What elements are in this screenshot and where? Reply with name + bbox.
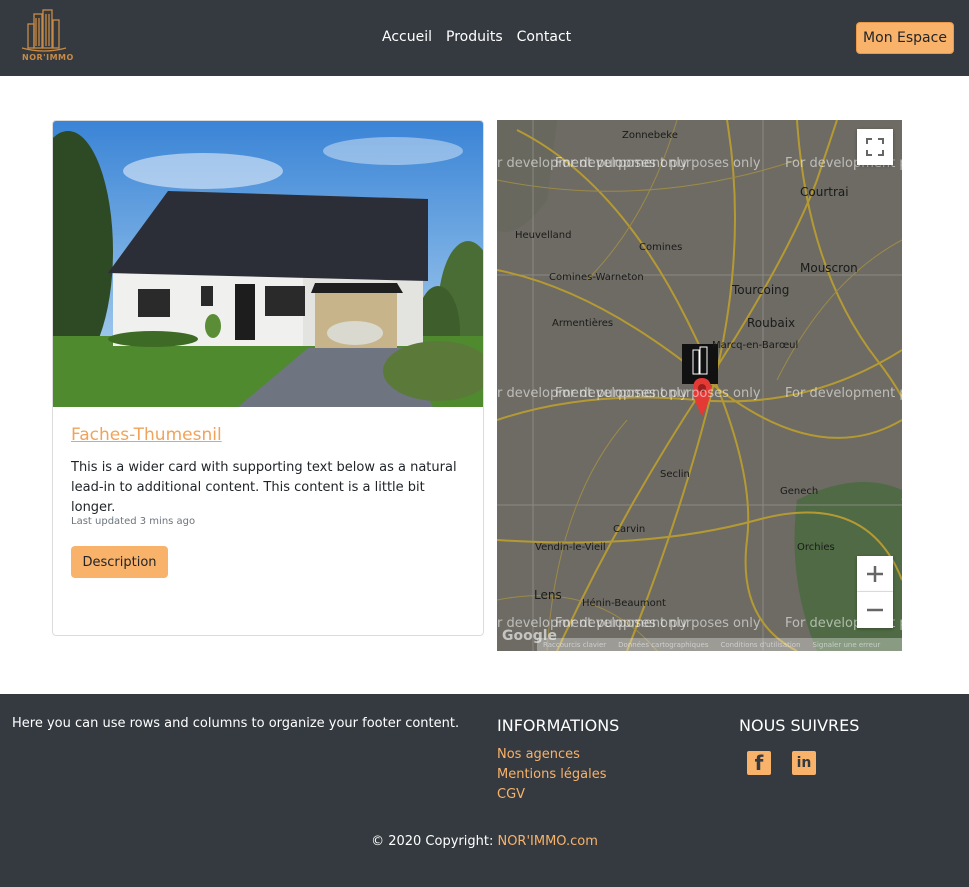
zoom-out-button[interactable] (857, 592, 893, 628)
property-title-link[interactable]: Faches-Thumesnil (71, 425, 222, 445)
map-footer-link[interactable]: Signaler une erreur (813, 641, 881, 649)
property-image (53, 121, 483, 407)
map-town-label: Hénin-Beaumont (582, 598, 666, 609)
zoom-in-button[interactable] (857, 556, 893, 592)
map-footer-link[interactable]: Données cartographiques (618, 641, 708, 649)
map-watermark: For development purposes only (555, 386, 761, 401)
map-watermark: For development purposes only (785, 386, 902, 401)
follow-heading: NOUS SUIVRES (739, 716, 860, 735)
navbar: NOR'IMMO Accueil Produits Contact Mon Es… (0, 0, 969, 76)
footer-link-agences[interactable]: Nos agences (497, 746, 606, 764)
map-town-label: Zonnebeke (622, 130, 678, 141)
nav-link-produits[interactable]: Produits (446, 29, 503, 45)
footer-link-cgv[interactable]: CGV (497, 786, 606, 804)
footer-link-mentions[interactable]: Mentions légales (497, 766, 606, 784)
fullscreen-button[interactable] (857, 129, 893, 165)
map-town-label: Mouscron (800, 261, 858, 275)
nav-link-contact[interactable]: Contact (517, 29, 571, 45)
map-town-label: Marcq-en-Barœul (712, 340, 799, 351)
nav-link-accueil[interactable]: Accueil (382, 29, 432, 45)
property-description: This is a wider card with supporting tex… (71, 460, 457, 515)
map-town-label: Tourcoing (732, 283, 790, 297)
map-attribution: Raccourcis clavier Données cartographiqu… (537, 638, 902, 651)
description-button[interactable]: Description (71, 546, 168, 578)
copyright-brand-link[interactable]: NOR'IMMO.com (497, 834, 597, 849)
mon-espace-button[interactable]: Mon Espace (856, 22, 954, 54)
nav-menu: Accueil Produits Contact (382, 29, 571, 45)
copyright-text: © 2020 Copyright: (371, 834, 498, 849)
map-town-label: Orchies (797, 542, 835, 553)
site-footer: Here you can use rows and columns to org… (0, 694, 969, 887)
map-town-label: Lens (534, 588, 562, 602)
map-town-label: Vendin-le-Vieil (535, 542, 606, 553)
property-card: Faches-Thumesnil This is a wider card wi… (52, 120, 484, 636)
map-town-label: Roubaix (747, 316, 796, 330)
footer-links: Nos agences Mentions légales CGV (497, 746, 606, 804)
map-town-label: Armentières (552, 318, 614, 329)
map-town-label: Comines-Warneton (549, 272, 644, 283)
copyright: © 2020 Copyright: NOR'IMMO.com (0, 834, 969, 849)
minus-icon (867, 608, 883, 612)
map-watermark: For development purposes only (555, 156, 761, 171)
brand-logo-text: NOR'IMMO (22, 53, 74, 62)
plus-icon (867, 565, 883, 582)
informations-heading: INFORMATIONS (497, 716, 620, 735)
fullscreen-icon (866, 138, 884, 156)
map-town-label: Comines (639, 242, 683, 253)
last-updated: Last updated 3 mins ago (71, 516, 196, 527)
map-town-label: Carvin (613, 524, 646, 535)
map-town-label: Heuvelland (515, 230, 572, 241)
map-footer-link[interactable]: Conditions d'utilisation (721, 641, 801, 649)
map-town-label: Seclin (660, 469, 690, 480)
footer-description: Here you can use rows and columns to org… (12, 716, 460, 731)
map-town-label: Genech (780, 486, 819, 497)
map-watermark: For development purposes only (555, 616, 761, 631)
map-footer-link[interactable]: Raccourcis clavier (543, 641, 606, 649)
brand-logo[interactable]: NOR'IMMO (20, 8, 73, 66)
map-embed[interactable]: For development purposes only For develo… (497, 120, 902, 651)
facebook-icon[interactable]: f (747, 751, 771, 775)
linkedin-icon[interactable]: in (792, 751, 816, 775)
map-town-label: Courtrai (800, 185, 849, 199)
